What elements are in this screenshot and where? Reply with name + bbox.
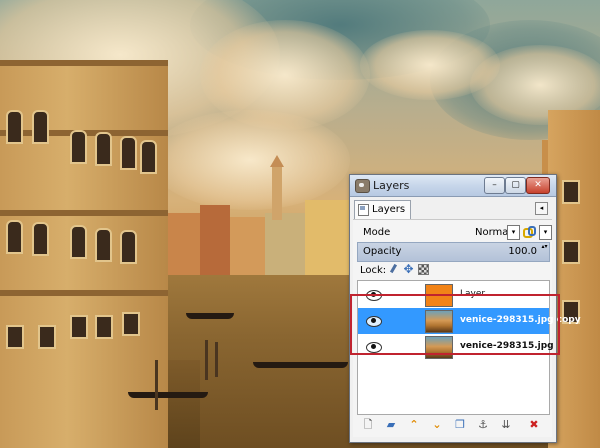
- selection-highlight-box: [350, 294, 560, 355]
- mode-dropdown-button[interactable]: ▾: [507, 225, 520, 240]
- lock-alpha-icon[interactable]: [418, 264, 429, 275]
- dialog-title: Layers: [373, 179, 410, 192]
- duplicate-layer-icon[interactable]: ❐: [453, 418, 467, 432]
- tab-label: Layers: [372, 204, 406, 215]
- gondola: [186, 313, 234, 319]
- lock-pixels-icon[interactable]: [388, 264, 399, 275]
- minimize-button[interactable]: –: [484, 177, 505, 194]
- dialog-titlebar[interactable]: Layers – ▢ ✕: [350, 175, 556, 197]
- tab-layers[interactable]: Layers: [354, 200, 412, 219]
- raise-layer-icon[interactable]: ⌃: [407, 418, 421, 432]
- layers-icon: [358, 204, 369, 216]
- lock-label: Lock:: [360, 265, 387, 276]
- tab-menu-button[interactable]: ◂: [535, 202, 548, 215]
- opacity-slider[interactable]: Opacity 100.0 ▴▾: [357, 242, 550, 262]
- gimp-app-icon: [355, 179, 370, 193]
- opacity-spinner[interactable]: ▴▾: [540, 243, 549, 261]
- dock-tabstrip: Layers ◂: [352, 199, 552, 219]
- anchor-layer-icon[interactable]: ⚓: [476, 418, 490, 432]
- new-layer-group-icon[interactable]: ▰: [384, 418, 398, 432]
- mode-extra-dropdown-button[interactable]: ▾: [539, 225, 552, 240]
- delete-layer-icon[interactable]: ✖: [527, 418, 541, 432]
- layers-toolbar: 🗋 ▰ ⌃ ⌄ ❐ ⚓ ⇊ ✖: [357, 416, 548, 434]
- mode-label: Mode: [363, 227, 391, 238]
- mode-row: Mode Normal ▾ ▾: [357, 224, 552, 242]
- distant-buildings: [160, 200, 350, 275]
- mode-select[interactable]: Normal: [475, 227, 511, 238]
- maximize-button[interactable]: ▢: [505, 177, 526, 194]
- new-layer-icon[interactable]: 🗋: [361, 418, 375, 432]
- lock-position-icon[interactable]: ✥: [403, 263, 414, 275]
- opacity-value: 100.0: [508, 246, 537, 257]
- close-button[interactable]: ✕: [526, 177, 550, 194]
- merge-down-icon[interactable]: ⇊: [499, 418, 513, 432]
- lower-layer-icon[interactable]: ⌄: [430, 418, 444, 432]
- bell-tower: [272, 165, 282, 220]
- gondola: [128, 392, 208, 398]
- gondola: [253, 362, 348, 368]
- opacity-label: Opacity: [363, 246, 402, 257]
- chain-icon[interactable]: [522, 225, 536, 238]
- palace-building: [0, 60, 168, 448]
